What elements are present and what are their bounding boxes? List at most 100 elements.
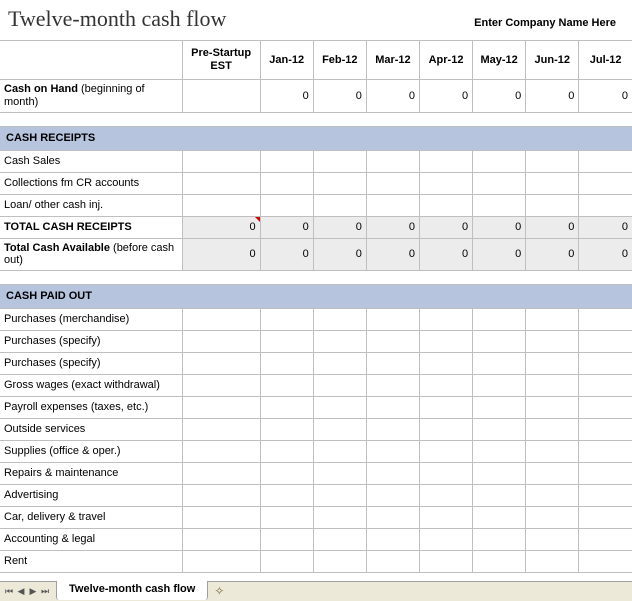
cell[interactable] — [182, 550, 260, 572]
cell[interactable] — [366, 352, 419, 374]
cell[interactable] — [419, 374, 472, 396]
cell[interactable] — [526, 484, 579, 506]
cell[interactable] — [182, 440, 260, 462]
cell[interactable] — [579, 194, 632, 216]
cell[interactable]: 0 — [366, 216, 419, 238]
cell[interactable]: 0 — [526, 80, 579, 112]
cell[interactable] — [260, 352, 313, 374]
cell[interactable] — [579, 374, 632, 396]
cell[interactable] — [473, 484, 526, 506]
cell[interactable] — [419, 506, 472, 528]
cell[interactable] — [526, 150, 579, 172]
cell[interactable] — [260, 396, 313, 418]
cell[interactable] — [260, 440, 313, 462]
cell[interactable]: 0 — [473, 80, 526, 112]
cell[interactable] — [313, 330, 366, 352]
cell[interactable] — [473, 172, 526, 194]
cell[interactable] — [313, 194, 366, 216]
cell[interactable] — [182, 80, 260, 112]
cell[interactable] — [313, 462, 366, 484]
cell[interactable]: 0 — [182, 238, 260, 270]
cell[interactable]: 0 — [473, 238, 526, 270]
cell[interactable] — [182, 308, 260, 330]
cell[interactable]: 0 — [366, 80, 419, 112]
cell[interactable] — [526, 374, 579, 396]
cell[interactable] — [313, 150, 366, 172]
cell[interactable] — [526, 418, 579, 440]
cell[interactable] — [579, 352, 632, 374]
cell[interactable] — [366, 440, 419, 462]
header-feb[interactable]: Feb-12 — [313, 41, 366, 80]
cell[interactable] — [579, 550, 632, 572]
cell[interactable] — [260, 150, 313, 172]
cell[interactable] — [419, 330, 472, 352]
cell[interactable] — [526, 352, 579, 374]
cell[interactable] — [260, 194, 313, 216]
label[interactable]: Purchases (specify) — [0, 330, 182, 352]
cell[interactable] — [473, 194, 526, 216]
cell[interactable] — [182, 396, 260, 418]
cell[interactable] — [366, 396, 419, 418]
cell[interactable] — [419, 528, 472, 550]
cell[interactable] — [313, 172, 366, 194]
cell[interactable] — [260, 462, 313, 484]
cell[interactable] — [182, 172, 260, 194]
cell[interactable] — [579, 462, 632, 484]
cell[interactable] — [419, 172, 472, 194]
cell[interactable] — [182, 150, 260, 172]
cell[interactable] — [579, 396, 632, 418]
cell[interactable] — [579, 528, 632, 550]
label[interactable]: Gross wages (exact withdrawal) — [0, 374, 182, 396]
cell[interactable] — [473, 308, 526, 330]
label[interactable]: Outside services — [0, 418, 182, 440]
cell[interactable] — [579, 172, 632, 194]
cell[interactable] — [313, 440, 366, 462]
add-sheet-icon[interactable]: ✧ — [208, 582, 230, 601]
cell[interactable] — [419, 194, 472, 216]
label[interactable]: Total Cash Available (before cash out) — [0, 238, 182, 270]
company-name-placeholder[interactable]: Enter Company Name Here — [474, 17, 622, 29]
tab-first-icon[interactable]: ⏮ — [4, 586, 14, 597]
header-pre-startup[interactable]: Pre-Startup EST — [182, 41, 260, 80]
cell[interactable] — [419, 150, 472, 172]
header-jul[interactable]: Jul-12 — [579, 41, 632, 80]
cell[interactable]: 0 — [526, 238, 579, 270]
cell[interactable] — [313, 528, 366, 550]
cell[interactable] — [313, 418, 366, 440]
cell[interactable] — [473, 418, 526, 440]
cell[interactable] — [313, 374, 366, 396]
label[interactable]: Car, delivery & travel — [0, 506, 182, 528]
header-mar[interactable]: Mar-12 — [366, 41, 419, 80]
cell[interactable] — [473, 462, 526, 484]
cell[interactable] — [366, 484, 419, 506]
header-jun[interactable]: Jun-12 — [526, 41, 579, 80]
tab-last-icon[interactable]: ⏭ — [40, 586, 50, 597]
cell[interactable] — [419, 462, 472, 484]
sheet-tab-active[interactable]: Twelve-month cash flow — [56, 581, 208, 600]
cell[interactable] — [260, 550, 313, 572]
cell[interactable] — [182, 506, 260, 528]
label[interactable]: Collections fm CR accounts — [0, 172, 182, 194]
cell[interactable] — [313, 396, 366, 418]
cell[interactable] — [366, 374, 419, 396]
cell[interactable] — [473, 528, 526, 550]
cell[interactable] — [579, 150, 632, 172]
label-cash-on-hand[interactable]: Cash on Hand (beginning of month) — [0, 80, 182, 112]
cell[interactable]: 0 — [526, 216, 579, 238]
header-apr[interactable]: Apr-12 — [419, 41, 472, 80]
cell[interactable]: 0 — [419, 238, 472, 270]
cell[interactable] — [366, 172, 419, 194]
cell[interactable] — [182, 484, 260, 506]
cell[interactable] — [182, 194, 260, 216]
cell[interactable] — [526, 396, 579, 418]
cell[interactable] — [366, 462, 419, 484]
label[interactable]: Cash Sales — [0, 150, 182, 172]
cell[interactable] — [182, 330, 260, 352]
cell[interactable]: 0 — [182, 216, 260, 238]
cell[interactable] — [579, 330, 632, 352]
label[interactable]: Supplies (office & oper.) — [0, 440, 182, 462]
cell[interactable] — [419, 308, 472, 330]
cell[interactable] — [182, 352, 260, 374]
cell[interactable]: 0 — [313, 216, 366, 238]
cell[interactable] — [260, 528, 313, 550]
